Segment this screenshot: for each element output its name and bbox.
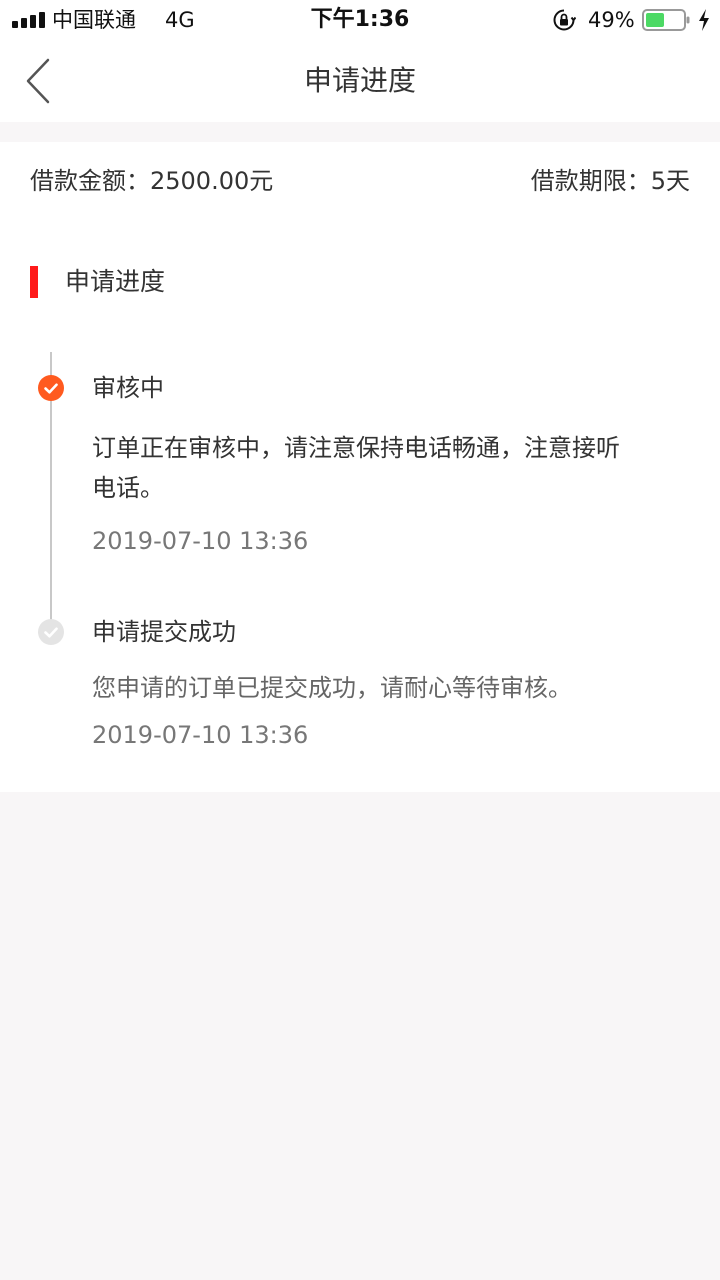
loan-amount: 借款金额：2500.00元 xyxy=(30,167,274,195)
section-title: 申请进度 xyxy=(65,267,166,296)
step-time: 2019-07-10 13:36 xyxy=(92,721,309,749)
page-title: 申请进度 xyxy=(303,64,416,97)
step-status-dot-active xyxy=(38,375,64,401)
status-bar: 中国联通 4G 下午1:36 49% xyxy=(0,0,720,40)
step-title: 申请提交成功 xyxy=(92,618,236,646)
section-divider xyxy=(0,122,720,142)
battery-icon xyxy=(642,9,690,31)
step-description: 您申请的订单已提交成功，请耐心等待审核。 xyxy=(92,674,572,702)
loan-progress-card: 借款金额：2500.00元 借款期限：5天 申请进度 审核中 订单正在审核中，请… xyxy=(0,142,720,792)
step-title: 审核中 xyxy=(92,374,164,402)
battery-percent: 49% xyxy=(588,8,635,32)
step-time: 2019-07-10 13:36 xyxy=(92,527,309,555)
section-marker xyxy=(30,266,38,298)
check-circle-icon xyxy=(44,627,58,638)
check-circle-icon xyxy=(44,383,58,394)
navigation-bar: 申请进度 xyxy=(0,40,720,122)
charging-bolt-icon xyxy=(699,9,709,31)
loan-term: 借款期限：5天 xyxy=(530,167,690,195)
orientation-lock-icon xyxy=(553,9,576,31)
step-status-dot-done xyxy=(38,619,64,645)
step-description: 订单正在审核中，请注意保持电话畅通，注意接听电话。 xyxy=(92,434,620,502)
